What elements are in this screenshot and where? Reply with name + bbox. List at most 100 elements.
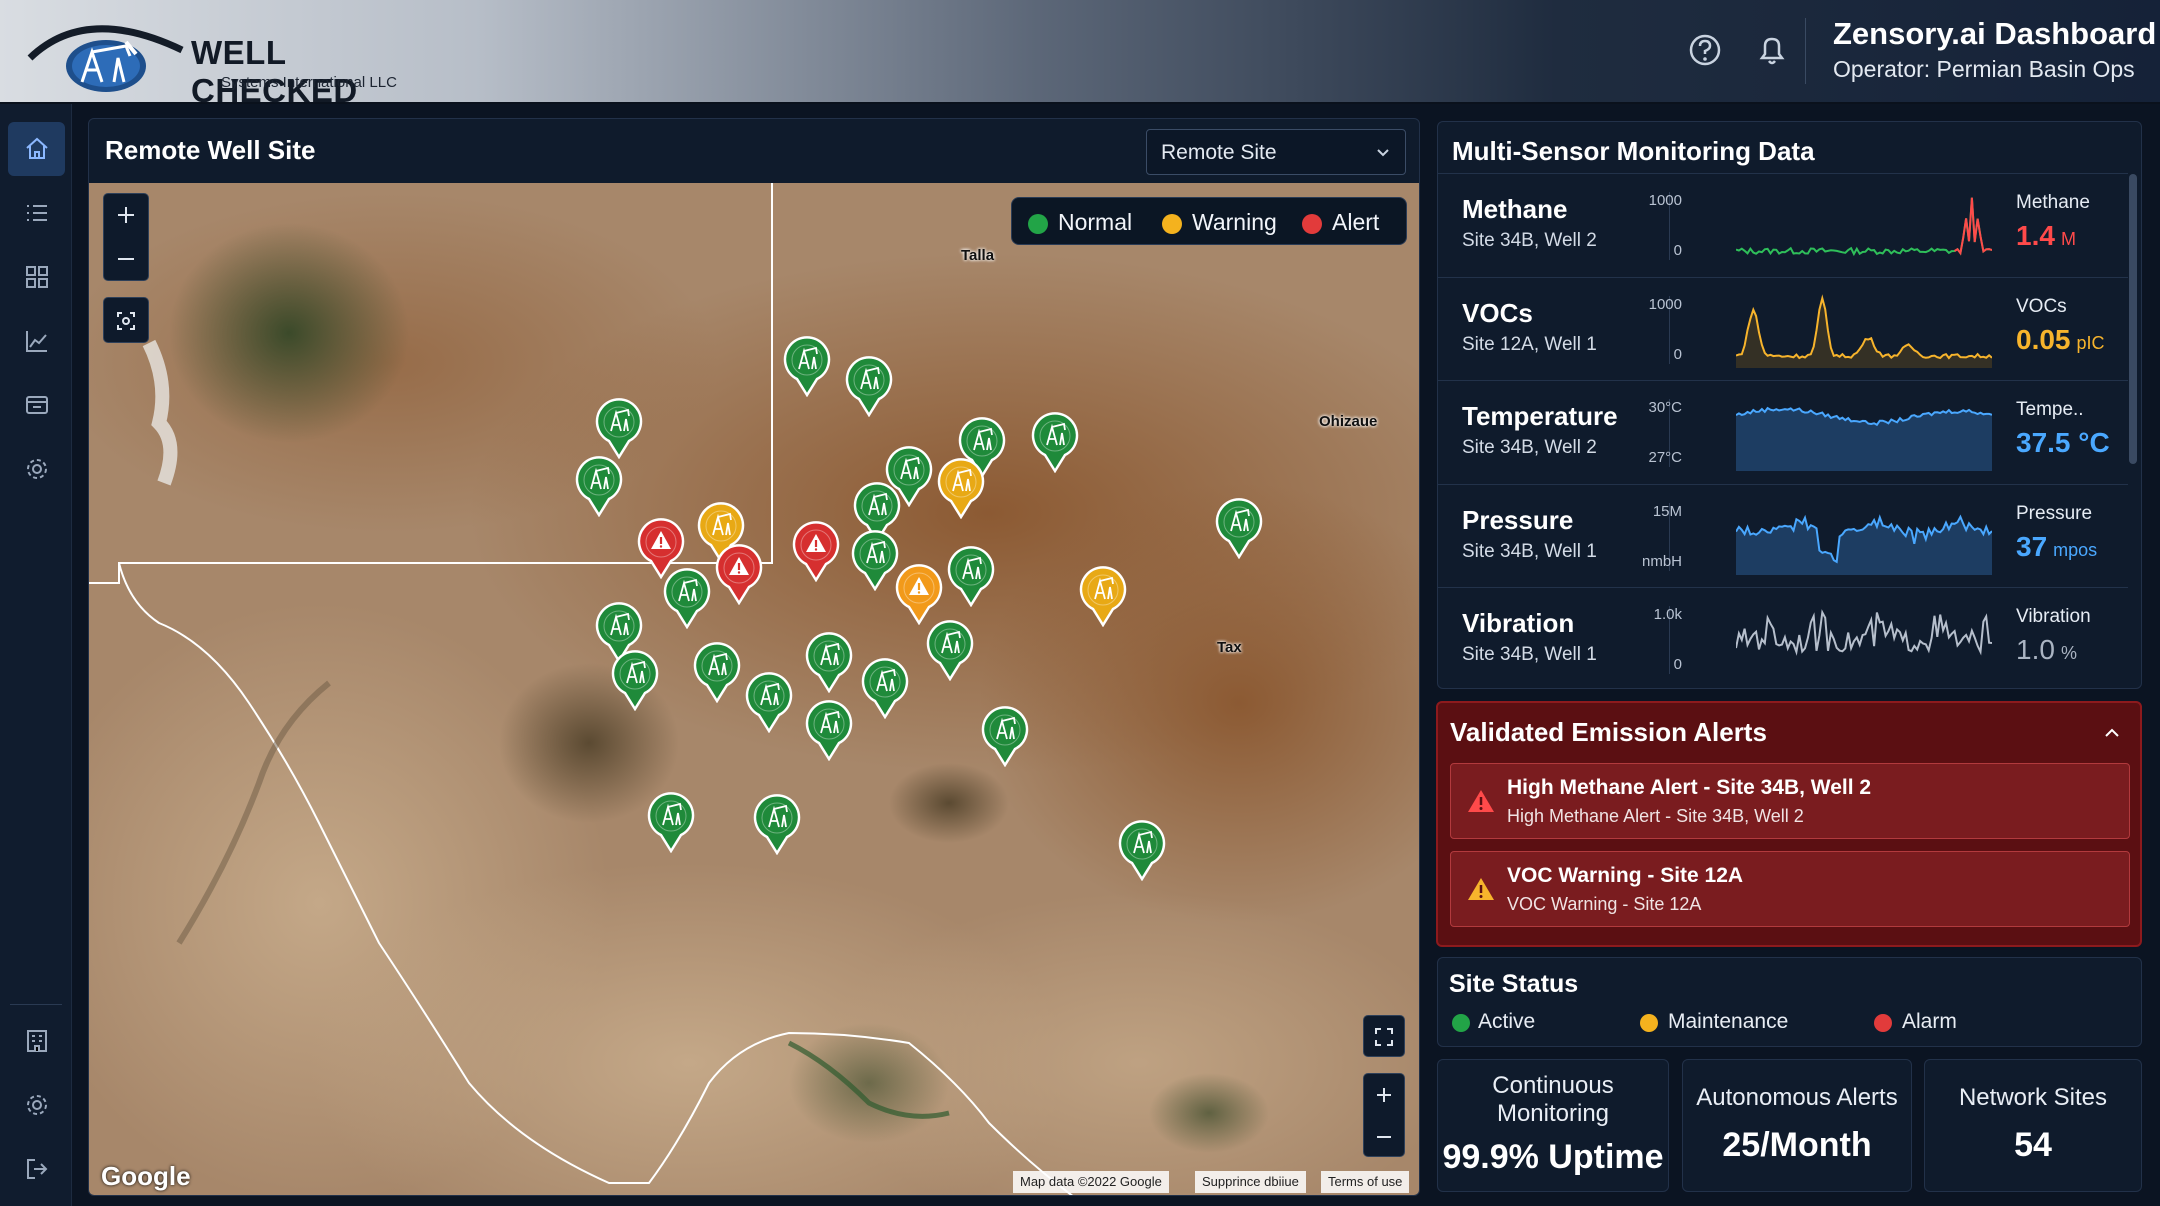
well-pin-normal[interactable] <box>1212 495 1266 560</box>
chevron-up-icon[interactable] <box>2100 721 2124 745</box>
well-pin-warning[interactable] <box>1076 563 1130 628</box>
nav-settings[interactable] <box>8 442 65 496</box>
map-attribution[interactable]: Map data ©2022 Google <box>1013 1171 1169 1193</box>
well-pin-normal[interactable] <box>923 617 977 682</box>
legend-dot-warning <box>1162 214 1182 234</box>
nav-home[interactable] <box>8 122 65 176</box>
well-pin-normal[interactable] <box>572 453 626 518</box>
sensor-row-vocs[interactable]: VOCs Site 12A, Well 1 1000 0 VOCs 0.05 pIC <box>1438 276 2128 380</box>
sensor-value-number: 1.0 <box>2016 634 2055 665</box>
nav-grid[interactable] <box>8 250 65 304</box>
nav-preferences[interactable] <box>8 1078 65 1132</box>
well-pin-normal[interactable] <box>858 655 912 720</box>
oil-pump-icon <box>895 564 943 626</box>
recenter-button[interactable] <box>104 300 148 342</box>
sensor-axis-max: 1.0k <box>1653 606 1682 623</box>
sensor-value: 1.4 M <box>2016 220 2076 252</box>
nav-logout[interactable] <box>8 1142 65 1196</box>
help-icon[interactable] <box>1685 30 1725 70</box>
fullscreen-button[interactable] <box>1363 1016 1405 1058</box>
oil-pump-icon <box>1215 498 1263 560</box>
sensor-sparkline <box>1736 197 1992 257</box>
satellite-map[interactable]: Normal Warning Alert Talla Ohizaue Tax G <box>89 183 1419 1195</box>
sidebar-divider <box>10 1004 62 1005</box>
legend-label-normal: Normal <box>1058 209 1133 235</box>
oil-pump-icon <box>805 632 853 694</box>
sensor-row-vibration[interactable]: Vibration Site 34B, Well 1 1.0k 0 Vibration 1… <box>1438 587 2128 688</box>
sensor-panel-title: Multi-Sensor Monitoring Data <box>1452 136 1815 166</box>
well-pin-normal[interactable] <box>978 703 1032 768</box>
map-zoom-in-button[interactable] <box>1363 1074 1405 1116</box>
sensor-value: 0.05 pIC <box>2016 324 2105 356</box>
nav-list[interactable] <box>8 186 65 240</box>
minus-icon <box>118 258 134 260</box>
home-icon <box>25 137 48 159</box>
well-pin-normal[interactable] <box>944 543 998 608</box>
brand-logo[interactable]: WELL CHECKED Systems International LLC <box>26 12 446 109</box>
sensor-row-methane[interactable]: Methane Site 34B, Well 2 1000 0 Methane 1.4 M <box>1438 173 2128 276</box>
legend-label-alert: Alert <box>1332 209 1380 235</box>
well-pin-normal[interactable] <box>1115 817 1169 882</box>
alert-description: VOC Warning - Site 12A <box>1507 894 1702 914</box>
well-pin-normal[interactable] <box>660 565 714 630</box>
oil-pump-icon <box>805 700 853 762</box>
sparkline-line <box>1736 609 1992 656</box>
warning-triangle-icon <box>1468 878 1494 900</box>
place-label: Ohizaue <box>1319 413 1378 430</box>
sensor-site: Site 34B, Well 2 <box>1462 437 1597 458</box>
sensor-value: 37.5 °C <box>2016 427 2116 459</box>
oil-pump-icon <box>611 650 659 712</box>
map-attribution[interactable]: Supprince dbiiue <box>1195 1171 1306 1193</box>
well-pin-alert[interactable] <box>712 541 766 606</box>
sidebar <box>0 104 72 1206</box>
bell-icon[interactable] <box>1752 30 1792 70</box>
well-pin-normal[interactable] <box>842 353 896 418</box>
well-pin-warning[interactable] <box>892 561 946 626</box>
zoom-out-button[interactable] <box>104 238 148 280</box>
oil-pump-icon <box>715 544 763 606</box>
map-zoom-out-button[interactable] <box>1363 1116 1405 1158</box>
oil-pump-icon <box>845 356 893 418</box>
well-pin-alert[interactable] <box>789 518 843 583</box>
sensor-row-pressure[interactable]: Pressure Site 34B, Well 1 15M nmbH Pressure 3… <box>1438 483 2128 587</box>
status-label-maintenance: Maintenance <box>1668 1010 1789 1033</box>
status-dot-maintenance <box>1640 1014 1658 1032</box>
well-pin-normal[interactable] <box>1028 409 1082 474</box>
place-label: Tax <box>1217 639 1242 656</box>
nav-analytics[interactable] <box>8 314 65 368</box>
sensor-axis-max: 1000 <box>1648 295 1682 313</box>
oil-pump-icon <box>693 642 741 704</box>
nav-buildings[interactable] <box>8 1014 65 1068</box>
well-pin-normal[interactable] <box>750 791 804 856</box>
well-pin-normal[interactable] <box>802 697 856 762</box>
sensor-panel: Multi-Sensor Monitoring Data Methane Site… <box>1437 121 2142 689</box>
well-pin-normal[interactable] <box>690 639 744 704</box>
sensor-value-number: 37.5 °C <box>2016 427 2110 458</box>
oil-pump-icon <box>783 336 831 398</box>
legend-dot-alert <box>1302 214 1322 234</box>
well-pin-normal[interactable] <box>608 647 662 712</box>
well-pin-normal[interactable] <box>644 789 698 854</box>
sensor-value-unit: % <box>2060 643 2077 663</box>
sensor-scrollbar[interactable] <box>2129 174 2137 464</box>
alert-card-methane[interactable]: High Methane Alert - Site 34B, Well 2 Hi… <box>1450 763 2130 839</box>
well-pin-normal[interactable] <box>802 629 856 694</box>
zoom-in-button[interactable] <box>104 194 148 236</box>
sensor-value-number: 0.05 <box>2016 323 2071 355</box>
kpi-value: 25/Month <box>1722 1126 1872 1164</box>
sensor-value-unit: pIC <box>2076 332 2105 353</box>
sensor-axis-max: 30°C <box>1648 399 1682 416</box>
site-select[interactable]: Remote Site <box>1146 129 1406 175</box>
well-pin-warning[interactable] <box>934 455 988 520</box>
legend-dot-normal <box>1028 214 1048 234</box>
well-pin-normal[interactable] <box>780 333 834 398</box>
sensor-row-temperature[interactable]: Temperature Site 34B, Well 2 30°C 27°C Tempe… <box>1438 380 2128 483</box>
map-terms-link[interactable]: Terms of use <box>1321 1171 1410 1193</box>
kpi-alerts: Autonomous Alerts 25/Month <box>1682 1059 1912 1192</box>
alert-card-voc[interactable]: VOC Warning - Site 12A VOC Warning - Sit… <box>1450 851 2130 927</box>
well-pin-normal[interactable] <box>742 669 796 734</box>
well-pin-normal[interactable] <box>592 395 646 460</box>
oil-pump-icon <box>753 794 801 856</box>
nav-inbox[interactable] <box>8 378 65 432</box>
inbox-icon <box>25 396 48 414</box>
